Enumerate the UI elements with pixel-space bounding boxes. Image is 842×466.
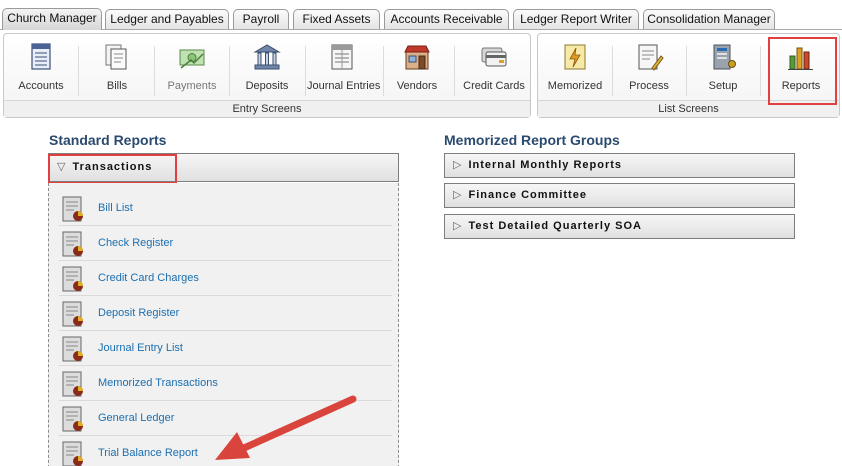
journal-entries-icon [331, 44, 353, 70]
report-item-credit-card-charges[interactable]: Credit Card Charges [59, 261, 392, 296]
report-link[interactable]: Deposit Register [98, 307, 179, 319]
report-link[interactable]: Trial Balance Report [98, 447, 198, 459]
bills-button[interactable]: Bills [88, 38, 146, 100]
toolbar-divider [154, 46, 155, 96]
memorized-group-internal-monthly[interactable]: ▷ Internal Monthly Reports [444, 153, 795, 178]
journal-entries-label: Journal Entries [307, 80, 381, 92]
collapsed-triangle-icon: ▷ [453, 189, 463, 201]
toolbar-divider [612, 46, 613, 96]
entry-screens-label: Entry Screens [4, 100, 530, 117]
deposits-label: Deposits [245, 80, 289, 92]
memorized-group-finance-committee[interactable]: ▷ Finance Committee [444, 183, 795, 208]
report-doc-icon [62, 266, 83, 292]
collapsed-triangle-icon: ▷ [453, 159, 463, 171]
memorized-group-label: Internal Monthly Reports [468, 159, 623, 171]
report-doc-icon [62, 196, 83, 222]
tab-consolidation-manager[interactable]: Consolidation Manager [643, 9, 775, 30]
transactions-report-list: Bill List Check Register Credit Card Cha… [48, 183, 399, 466]
report-doc-icon [62, 371, 83, 397]
report-link[interactable]: General Ledger [98, 412, 174, 424]
tab-accounts-receivable[interactable]: Accounts Receivable [384, 9, 509, 30]
report-doc-icon [62, 301, 83, 327]
module-tab-bar: Church Manager Ledger and Payables Payro… [0, 0, 842, 30]
credit-cards-label: Credit Cards [463, 80, 525, 92]
setup-icon [713, 44, 736, 70]
report-item-memorized-transactions[interactable]: Memorized Transactions [59, 366, 392, 401]
vendors-label: Vendors [396, 80, 438, 92]
tab-ledger-report-writer[interactable]: Ledger Report Writer [513, 9, 639, 30]
collapsed-triangle-icon: ▷ [453, 220, 463, 232]
journal-entries-button[interactable]: Journal Entries [307, 38, 381, 100]
report-item-general-ledger[interactable]: General Ledger [59, 401, 392, 436]
bills-icon [105, 44, 127, 70]
report-link[interactable]: Check Register [98, 237, 173, 249]
report-link[interactable]: Memorized Transactions [98, 377, 218, 389]
tab-fixed-assets[interactable]: Fixed Assets [293, 9, 380, 30]
toolbar-divider [686, 46, 687, 96]
app-window: Church Manager Ledger and Payables Payro… [0, 0, 842, 466]
report-doc-icon [62, 336, 83, 362]
toolbar-divider [305, 46, 306, 96]
deposits-icon [253, 44, 281, 70]
accounts-label: Accounts [18, 80, 64, 92]
tab-payroll[interactable]: Payroll [233, 9, 289, 30]
tab-church-manager[interactable]: Church Manager [2, 8, 102, 30]
vendors-button[interactable]: Vendors [388, 38, 446, 100]
deposits-button[interactable]: Deposits [237, 38, 297, 100]
payments-label: Payments [167, 80, 217, 92]
memorized-group-label: Finance Committee [468, 189, 587, 201]
reports-highlight-box [768, 37, 837, 105]
memorized-group-label: Test Detailed Quarterly SOA [468, 220, 642, 232]
accounts-icon [31, 43, 51, 70]
credit-cards-icon [481, 47, 507, 67]
setup-label: Setup [708, 80, 738, 92]
payments-button[interactable]: Payments [162, 38, 222, 100]
memorized-label: Memorized [547, 80, 603, 92]
memorized-button[interactable]: Memorized [546, 38, 604, 100]
toolbar-divider [383, 46, 384, 96]
report-link[interactable]: Credit Card Charges [98, 272, 199, 284]
report-item-deposit-register[interactable]: Deposit Register [59, 296, 392, 331]
standard-reports-title: Standard Reports [49, 132, 167, 148]
process-button[interactable]: Process [620, 38, 678, 100]
toolbar-divider [760, 46, 761, 96]
toolbar-divider [78, 46, 79, 96]
report-link[interactable]: Journal Entry List [98, 342, 183, 354]
toolbar-divider [229, 46, 230, 96]
tab-ledger-and-payables[interactable]: Ledger and Payables [105, 9, 229, 30]
process-icon [638, 44, 664, 71]
vendors-icon [404, 45, 430, 70]
report-item-trial-balance-report[interactable]: Trial Balance Report [59, 436, 392, 466]
memorized-report-groups-title: Memorized Report Groups [444, 132, 620, 148]
memorized-group-test-detailed-quarterly[interactable]: ▷ Test Detailed Quarterly SOA [444, 214, 795, 239]
credit-cards-button[interactable]: Credit Cards [462, 38, 526, 100]
memorized-icon [564, 44, 586, 70]
bills-label: Bills [106, 80, 128, 92]
transactions-highlight-box [48, 154, 177, 184]
payments-icon [179, 49, 205, 69]
process-label: Process [629, 80, 669, 92]
report-item-journal-entry-list[interactable]: Journal Entry List [59, 331, 392, 366]
report-link[interactable]: Bill List [98, 202, 133, 214]
report-item-bill-list[interactable]: Bill List [59, 191, 392, 226]
toolbar-divider [454, 46, 455, 96]
setup-button[interactable]: Setup [694, 38, 752, 100]
report-doc-icon [62, 441, 83, 466]
entry-screens-group: Accounts Bills Payments Deposits Journal… [3, 33, 531, 118]
report-item-check-register[interactable]: Check Register [59, 226, 392, 261]
report-doc-icon [62, 231, 83, 257]
accounts-button[interactable]: Accounts [12, 38, 70, 100]
report-doc-icon [62, 406, 83, 432]
